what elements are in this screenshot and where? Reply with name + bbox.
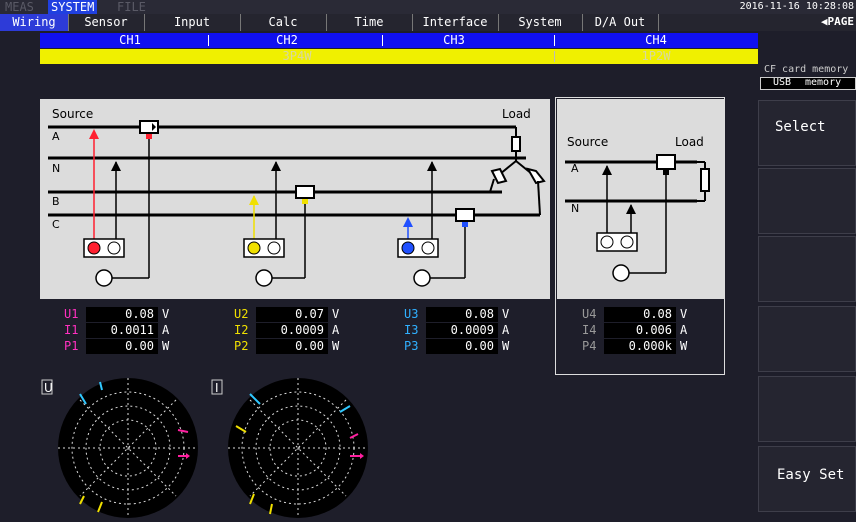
meas-value: 0.08 — [604, 307, 676, 322]
mode-bar: MEAS SYSTEM FILE 2016-11-16 10:28:08 — [0, 0, 856, 14]
usb-label: USB — [773, 77, 792, 88]
meas-unit: V — [680, 307, 688, 321]
mode-file[interactable]: FILE — [114, 0, 149, 14]
tab-wiring[interactable]: Wiring — [0, 14, 69, 31]
meas-unit: V — [162, 307, 170, 321]
source-label: Source — [52, 107, 93, 121]
meas-value: 0.0011 — [86, 323, 158, 338]
meas-label: I1 — [64, 323, 79, 337]
meas-unit: V — [332, 307, 340, 321]
select-label: Select — [775, 119, 826, 135]
meas-label: I3 — [404, 323, 419, 337]
usb-memory-item[interactable]: USB memory — [760, 77, 856, 90]
storage-indicator: CF card memory USB memory — [760, 62, 856, 98]
easy-set-button[interactable]: Easy Set — [758, 446, 856, 512]
load-label: Load — [502, 107, 531, 121]
meas-unit: W — [332, 339, 340, 353]
meas-unit: A — [502, 323, 510, 337]
side-button-3[interactable] — [758, 236, 856, 302]
meas-ch4: U4 0.08 V I4 0.006 A P4 0.000k W — [582, 307, 702, 357]
meas-label: P4 — [582, 339, 597, 353]
channel-divider — [208, 35, 209, 46]
channel-label-ch1: CH1 — [119, 33, 141, 47]
channel-divider — [554, 35, 555, 46]
tab-bar: Wiring Sensor Input Calc Time Interface … — [0, 14, 856, 31]
wiring-diagram-3p4w: Source Load A N B C — [40, 99, 550, 299]
side-button-2[interactable] — [758, 168, 856, 234]
meas-label: U4 — [582, 307, 597, 321]
meas-value: 0.00 — [256, 339, 328, 354]
page-label: PAGE — [827, 15, 855, 28]
tab-sensor[interactable]: Sensor — [68, 14, 145, 31]
meas-label: I4 — [582, 323, 597, 337]
meas-unit: A — [680, 323, 688, 337]
meas-value: 0.08 — [86, 307, 158, 322]
meas-ch2: U2 0.07 V I2 0.0009 A P2 0.00 W — [234, 307, 354, 357]
mode-meas[interactable]: MEAS — [2, 0, 37, 14]
meas-value: 0.08 — [426, 307, 498, 322]
tab-calc[interactable]: Calc — [240, 14, 327, 31]
tab-system[interactable]: System — [498, 14, 583, 31]
meas-value: 0.0009 — [256, 323, 328, 338]
wiring-mode-ch123: 3P4W — [282, 49, 312, 63]
channel-divider — [382, 35, 383, 46]
channel-label-ch4: CH4 — [645, 33, 667, 47]
tab-input[interactable]: Input — [144, 14, 241, 31]
vector-i-label: I — [215, 381, 219, 395]
easy-set-label: Easy Set — [777, 467, 845, 483]
wiring-diagram-3p4w-svg: Source Load A N B C — [48, 107, 546, 287]
meas-unit: V — [502, 307, 510, 321]
meas-ch3: U3 0.08 V I3 0.0009 A P3 0.00 W — [404, 307, 524, 357]
meas-value: 0.00 — [426, 339, 498, 354]
meas-label: P2 — [234, 339, 249, 353]
meas-label: P1 — [64, 339, 79, 353]
page-button[interactable]: ◀PAGE — [821, 15, 854, 28]
line-a-label: A — [52, 130, 60, 143]
meas-ch1: U1 0.08 V I1 0.0011 A P1 0.00 W — [64, 307, 184, 357]
line-b-label: B — [52, 195, 60, 208]
meas-value: 0.00 — [86, 339, 158, 354]
tab-interface[interactable]: Interface — [412, 14, 499, 31]
tab-da-out[interactable]: D/A Out — [582, 14, 659, 31]
channel-divider — [554, 51, 555, 62]
meas-unit: W — [680, 339, 688, 353]
meas-label: U2 — [234, 307, 249, 321]
meas-label: P3 — [404, 339, 419, 353]
meas-label: U3 — [404, 307, 419, 321]
datetime: 2016-11-16 10:28:08 — [739, 1, 854, 12]
meas-label: I2 — [234, 323, 249, 337]
tab-time[interactable]: Time — [326, 14, 413, 31]
channel-label-ch2: CH2 — [276, 33, 298, 47]
select-button[interactable]: Select — [758, 100, 856, 166]
cf-card-label: CF card memory — [764, 64, 849, 75]
vector-area: U I — [40, 376, 380, 518]
meas-label: U1 — [64, 307, 79, 321]
vector-u-label: U — [44, 381, 53, 395]
line-c-label: C — [52, 218, 60, 231]
meas-value: 0.07 — [256, 307, 328, 322]
meas-unit: W — [502, 339, 510, 353]
meas-value: 0.000k — [604, 339, 676, 354]
memory-label: memory — [805, 77, 842, 88]
page-arrow-icon: ◀ — [820, 15, 828, 28]
vector-svg: U I — [41, 378, 368, 518]
meas-unit: A — [162, 323, 170, 337]
meas-unit: A — [332, 323, 340, 337]
wiring-mode-ch4: 1P2W — [641, 49, 671, 63]
channel-label-ch3: CH3 — [443, 33, 465, 47]
meas-value: 0.0009 — [426, 323, 498, 338]
mode-system[interactable]: SYSTEM — [48, 0, 98, 14]
line-n-label: N — [52, 162, 60, 175]
meas-value: 0.006 — [604, 323, 676, 338]
meas-unit: W — [162, 339, 170, 353]
side-button-4[interactable] — [758, 306, 856, 372]
side-button-5[interactable] — [758, 376, 856, 442]
